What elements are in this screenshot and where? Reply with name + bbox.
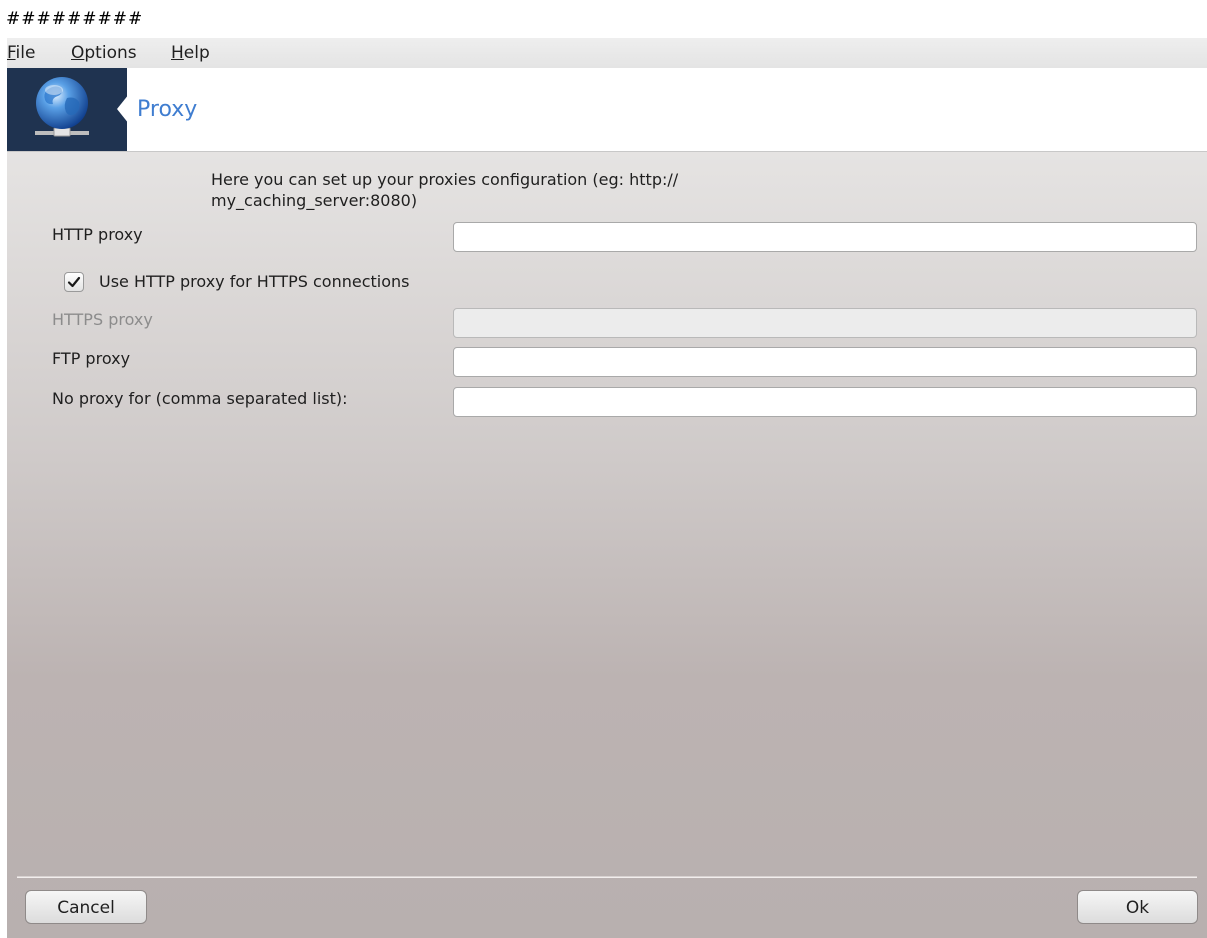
ftp-proxy-input[interactable] <box>453 347 1197 377</box>
menu-file-rest: ile <box>15 43 36 63</box>
ok-button[interactable]: Ok <box>1077 890 1198 924</box>
menu-options[interactable]: Options <box>71 38 137 68</box>
menu-bar: File Options Help <box>7 38 1207 68</box>
menu-file-mnemonic: F <box>7 43 16 63</box>
use-http-for-https-label: Use HTTP proxy for HTTPS connections <box>99 272 410 291</box>
banner-arrow <box>117 94 129 124</box>
description-line-1: Here you can set up your proxies configu… <box>211 170 679 189</box>
menu-file[interactable]: File <box>7 38 35 68</box>
cancel-button[interactable]: Cancel <box>25 890 147 924</box>
menu-options-mnemonic: O <box>71 43 85 63</box>
ftp-proxy-label: FTP proxy <box>52 349 131 368</box>
checkmark-icon <box>67 276 81 288</box>
description-text: Here you can set up your proxies configu… <box>211 169 811 211</box>
banner-title: Proxy <box>137 97 198 122</box>
http-proxy-label: HTTP proxy <box>52 225 143 244</box>
http-proxy-input[interactable] <box>453 222 1197 252</box>
banner: Proxy <box>7 68 1207 152</box>
menu-help[interactable]: Help <box>171 38 210 68</box>
no-proxy-label: No proxy for (comma separated list): <box>52 389 348 408</box>
proxy-dialog: File Options Help Proxy Here you can set… <box>7 38 1207 938</box>
description-line-2: my_caching_server:8080) <box>211 191 418 210</box>
menu-help-mnemonic: H <box>171 43 184 63</box>
window-title: ######### <box>6 9 144 29</box>
button-separator <box>17 876 1197 877</box>
banner-icon-container <box>7 68 127 151</box>
menu-options-rest: ptions <box>84 43 137 63</box>
menu-help-rest: elp <box>183 43 210 63</box>
https-proxy-input <box>453 308 1197 338</box>
title-strip: ######### <box>0 0 1207 38</box>
use-http-for-https-checkbox[interactable] <box>64 272 84 292</box>
no-proxy-input[interactable] <box>453 387 1197 417</box>
https-proxy-label: HTTPS proxy <box>52 310 153 329</box>
network-globe-icon <box>35 77 89 137</box>
